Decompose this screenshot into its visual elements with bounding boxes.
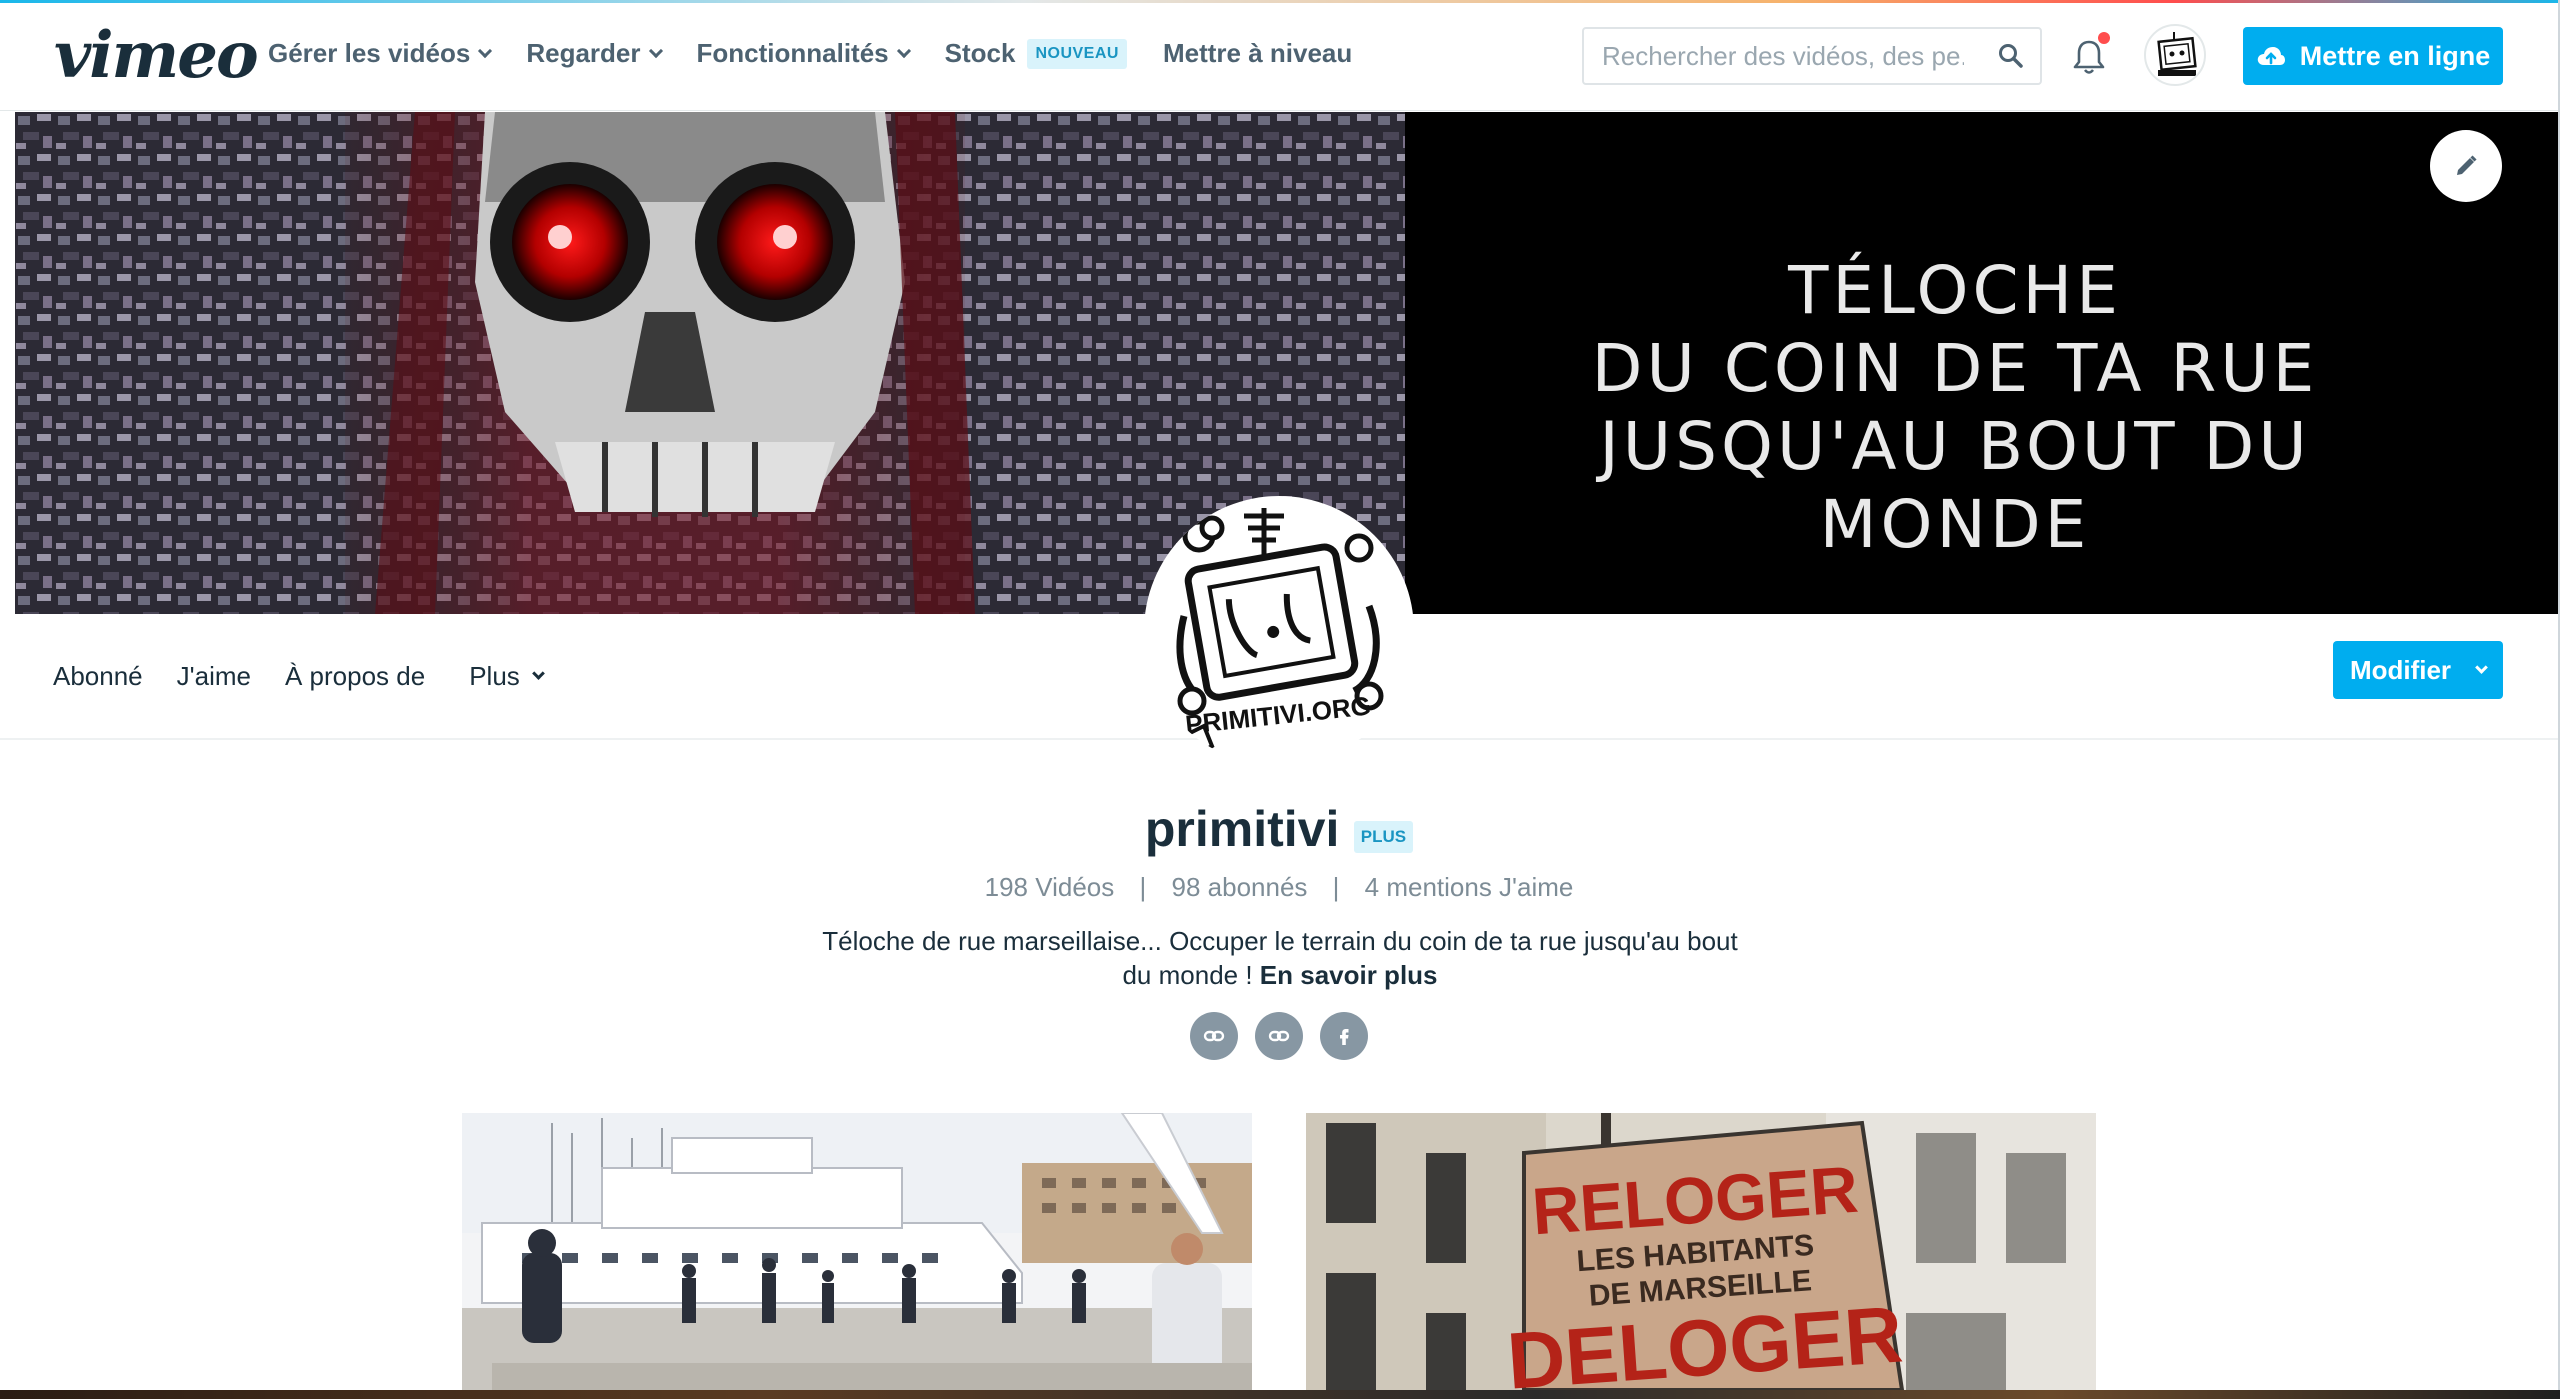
link-icon bbox=[1268, 1030, 1290, 1042]
stat-separator: | bbox=[1332, 872, 1340, 902]
tab-more[interactable]: Plus bbox=[469, 661, 545, 692]
upload-button-label: Mettre en ligne bbox=[2299, 40, 2491, 71]
stat-separator: | bbox=[1139, 872, 1147, 902]
tab-about[interactable]: À propos de bbox=[285, 661, 425, 692]
top-accent-stripe bbox=[0, 0, 2558, 3]
stat-likes[interactable]: 4 mentions J'aime bbox=[1365, 872, 1574, 902]
nav-watch-label: Regarder bbox=[526, 38, 641, 68]
search-box bbox=[1582, 27, 2042, 85]
facebook-link[interactable] bbox=[1320, 1012, 1368, 1060]
chevron-down-icon bbox=[478, 43, 493, 58]
search-icon[interactable] bbox=[1998, 43, 2024, 69]
top-navigation-bar: vimeo Gérer les vidéos Regarder Fonction… bbox=[0, 0, 2558, 111]
upload-button[interactable]: Mettre en ligne bbox=[2243, 27, 2503, 85]
primitivi-logo-image: PRIMITIVI.ORG bbox=[1176, 508, 1384, 761]
profile-stats: 198 Vidéos | 98 abonnés | 4 mentions J'a… bbox=[0, 872, 2558, 903]
nav-manage-videos-label: Gérer les vidéos bbox=[268, 38, 471, 68]
profile-avatar[interactable]: PRIMITIVI.ORG bbox=[1144, 496, 1414, 766]
banner-line-2: DU COIN DE TA RUE bbox=[1591, 330, 2319, 407]
profile-bio: Téloche de rue marseillaise... Occuper l… bbox=[820, 924, 1740, 992]
tab-likes[interactable]: J'aime bbox=[177, 661, 251, 692]
tab-more-label: Plus bbox=[469, 661, 520, 691]
video-thumbnail-1[interactable] bbox=[462, 1113, 1252, 1390]
pencil-icon bbox=[2457, 155, 2477, 175]
main-nav: Gérer les vidéos Regarder Fonctionnalité… bbox=[268, 38, 1388, 69]
cloud-upload-icon bbox=[2257, 47, 2285, 65]
protest-sign-image: RELOGER LES HABITANTS DE MARSEILLE DELOG… bbox=[1306, 1113, 2096, 1390]
nav-features[interactable]: Fonctionnalités bbox=[696, 38, 911, 69]
video-thumbnail-2[interactable]: RELOGER LES HABITANTS DE MARSEILLE DELOG… bbox=[1306, 1113, 2096, 1390]
vimeo-profile-page: vimeo Gérer les vidéos Regarder Fonction… bbox=[0, 0, 2558, 1390]
bio-line-2-text: du monde ! bbox=[1122, 960, 1260, 990]
nav-stock-label: Stock bbox=[944, 38, 1016, 68]
banner-tagline: TÉLOCHE DU COIN DE TA RUE JUSQU'AU BOUT … bbox=[1455, 252, 2455, 564]
vimeo-logo[interactable]: vimeo bbox=[54, 18, 259, 93]
profile-name: primitivi bbox=[1144, 801, 1340, 857]
nav-upgrade[interactable]: Mettre à niveau bbox=[1163, 38, 1352, 69]
link-icon bbox=[1203, 1030, 1225, 1042]
nav-stock[interactable]: Stock NOUVEAU bbox=[945, 38, 1127, 69]
stat-followers[interactable]: 98 abonnés bbox=[1172, 872, 1308, 902]
nav-watch[interactable]: Regarder bbox=[526, 38, 663, 69]
nav-manage-videos[interactable]: Gérer les vidéos bbox=[268, 38, 493, 69]
read-more-link[interactable]: En savoir plus bbox=[1260, 960, 1438, 990]
profile-tabs: Abonné J'aime À propos de Plus bbox=[53, 661, 545, 692]
facebook-icon bbox=[1340, 1029, 1349, 1045]
harbor-scene-image bbox=[462, 1113, 1252, 1390]
website-link-1[interactable] bbox=[1190, 1012, 1238, 1060]
avatar-image bbox=[2157, 32, 2197, 76]
notification-dot bbox=[2098, 32, 2110, 44]
website-link-2[interactable] bbox=[1255, 1012, 1303, 1060]
nav-upgrade-label: Mettre à niveau bbox=[1162, 38, 1353, 68]
notifications-bell-icon[interactable] bbox=[2072, 38, 2106, 76]
chevron-down-icon bbox=[2475, 660, 2488, 674]
user-avatar-menu[interactable] bbox=[2144, 24, 2206, 86]
social-links bbox=[1190, 1012, 1368, 1060]
new-badge: NOUVEAU bbox=[1027, 38, 1127, 69]
plus-plan-badge: PLUS bbox=[1353, 820, 1414, 853]
bio-line-2: du monde ! En savoir plus bbox=[820, 958, 1740, 992]
tab-following[interactable]: Abonné bbox=[53, 661, 143, 692]
nav-features-label: Fonctionnalités bbox=[696, 38, 889, 68]
chevron-down-icon bbox=[531, 667, 545, 680]
banner-line-1: TÉLOCHE bbox=[1788, 252, 2122, 329]
profile-name-row: primitivi PLUS bbox=[0, 800, 2558, 858]
background-strip bbox=[0, 1390, 2560, 1399]
edit-profile-button[interactable]: Modifier bbox=[2333, 641, 2503, 699]
edit-profile-label: Modifier bbox=[2349, 654, 2452, 685]
search-input[interactable] bbox=[1584, 29, 1964, 83]
bio-line-1: Téloche de rue marseillaise... Occuper l… bbox=[822, 926, 1738, 956]
chevron-down-icon bbox=[896, 43, 911, 58]
chevron-down-icon bbox=[648, 43, 663, 58]
stat-videos[interactable]: 198 Vidéos bbox=[985, 872, 1115, 902]
banner-line-3: JUSQU'AU BOUT DU MONDE bbox=[1599, 408, 2311, 563]
edit-banner-button[interactable] bbox=[2430, 130, 2502, 202]
